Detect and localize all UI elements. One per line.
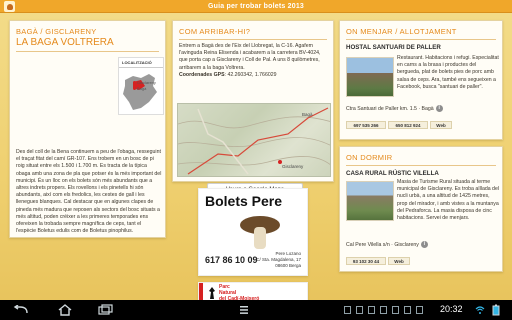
red-dot-icon bbox=[133, 81, 136, 85]
route-map[interactable]: Gisclareny Bagà bbox=[177, 103, 331, 177]
location-legend-1: Gisclareny bbox=[133, 80, 156, 85]
wifi-icon bbox=[474, 304, 486, 316]
restaurant-section-header: ON MENJAR / ALLOTJAMENT bbox=[346, 27, 457, 36]
recent-apps-icon[interactable] bbox=[96, 304, 114, 316]
home-icon[interactable] bbox=[56, 304, 74, 316]
red-dot-icon bbox=[133, 87, 136, 91]
back-icon[interactable] bbox=[12, 304, 30, 316]
info-icon[interactable]: i bbox=[420, 241, 428, 248]
directions-card: COM ARRIBAR-HI? Entrem a Bagà des de l'E… bbox=[172, 20, 334, 197]
battery-icon bbox=[490, 304, 502, 316]
lodging-description: Masia de Turisme Rural situada al terme … bbox=[397, 179, 499, 222]
gps-coordinates: Coordenades GPS: 42.260342, 1.766029 bbox=[179, 71, 277, 78]
restaurant-card: ON MENJAR / ALLOTJAMENT HOSTAL SANTUARI … bbox=[339, 20, 503, 140]
web-button[interactable]: Web bbox=[430, 121, 452, 129]
lodging-card: ON DORMIR CASA RURAL RÚSTIC VILELLA Masi… bbox=[339, 146, 503, 272]
notification-icon[interactable] bbox=[356, 306, 363, 314]
bird-icon bbox=[209, 287, 215, 299]
system-nav-bar: 20:32 bbox=[0, 300, 512, 320]
divider bbox=[16, 51, 159, 52]
location-legend-2: Bagà bbox=[133, 86, 146, 91]
bolets-pere-ad[interactable]: Bolets Pere 617 86 10 09 Pere Lozano C/ … bbox=[198, 188, 308, 276]
route-description: Des del coll de la Bena continuem a peu … bbox=[16, 149, 162, 235]
app-title-bar: Guia per trobar bolets 2013 bbox=[0, 0, 512, 13]
map-label-gisclareny: Gisclareny bbox=[282, 164, 304, 169]
phone-button[interactable]: 93 102 30 44 bbox=[346, 257, 386, 265]
route-title: LA BAGA VOLTRERA bbox=[16, 37, 114, 48]
location-map: LOCALITZACIÓ Gisclareny Bagà bbox=[118, 57, 164, 115]
map-label-baga: Bagà bbox=[302, 112, 313, 117]
lodging-address: Cal Pere Vilella s/n · Gisclareny i bbox=[346, 241, 428, 249]
web-button[interactable]: Web bbox=[388, 257, 410, 265]
phone-button-2[interactable]: 650 812 924 bbox=[388, 121, 428, 129]
directions-section-header: COM ARRIBAR-HI? bbox=[179, 27, 251, 36]
phone-button-1[interactable]: 697 535 266 bbox=[346, 121, 386, 129]
route-section-header: BAGÀ / GISCLARENY bbox=[16, 27, 97, 36]
ad-address: Pere Lozano C/ Sta. Magdalena, 17 08600 … bbox=[256, 251, 301, 268]
ad-brand-name: Bolets Pere bbox=[205, 193, 283, 209]
notification-icon[interactable] bbox=[368, 306, 375, 314]
ad-phone: 617 86 10 09 bbox=[205, 255, 258, 265]
restaurant-photo[interactable] bbox=[346, 57, 394, 97]
mushroom-illustration bbox=[240, 216, 280, 249]
app-title: Guia per trobar bolets 2013 bbox=[207, 2, 305, 10]
notification-icon[interactable] bbox=[416, 306, 423, 314]
location-title: LOCALITZACIÓ bbox=[119, 58, 163, 68]
app-mushroom-icon[interactable] bbox=[4, 1, 15, 12]
notification-icon[interactable] bbox=[392, 306, 399, 314]
notification-icon[interactable] bbox=[344, 306, 351, 314]
notification-icon[interactable] bbox=[380, 306, 387, 314]
restaurant-name: HOSTAL SANTUARI DE PALLER bbox=[346, 44, 441, 51]
directions-text: Entrem a Bagà des de l'Eix del Llobregat… bbox=[179, 43, 321, 71]
parc-natural-ad[interactable]: Parc Natural del Cadí-Moixeró bbox=[198, 282, 308, 303]
info-icon[interactable]: i bbox=[435, 105, 443, 112]
catalonia-map-icon bbox=[123, 74, 157, 110]
lodging-photo[interactable] bbox=[346, 181, 394, 221]
restaurant-description: Restaurant. Habitacions i refugi. Especi… bbox=[397, 55, 499, 90]
restaurant-address: Ctra Santuari de Paller km. 1.5 · Bagà i bbox=[346, 105, 443, 113]
notification-icon[interactable] bbox=[404, 306, 411, 314]
lodging-section-header: ON DORMIR bbox=[346, 153, 393, 162]
clock[interactable]: 20:32 bbox=[440, 304, 463, 314]
route-card: BAGÀ / GISCLARENY LA BAGA VOLTRERA LOCAL… bbox=[9, 20, 166, 238]
lodging-name: CASA RURAL RÚSTIC VILELLA bbox=[346, 170, 439, 177]
menu-icon[interactable] bbox=[236, 304, 252, 316]
